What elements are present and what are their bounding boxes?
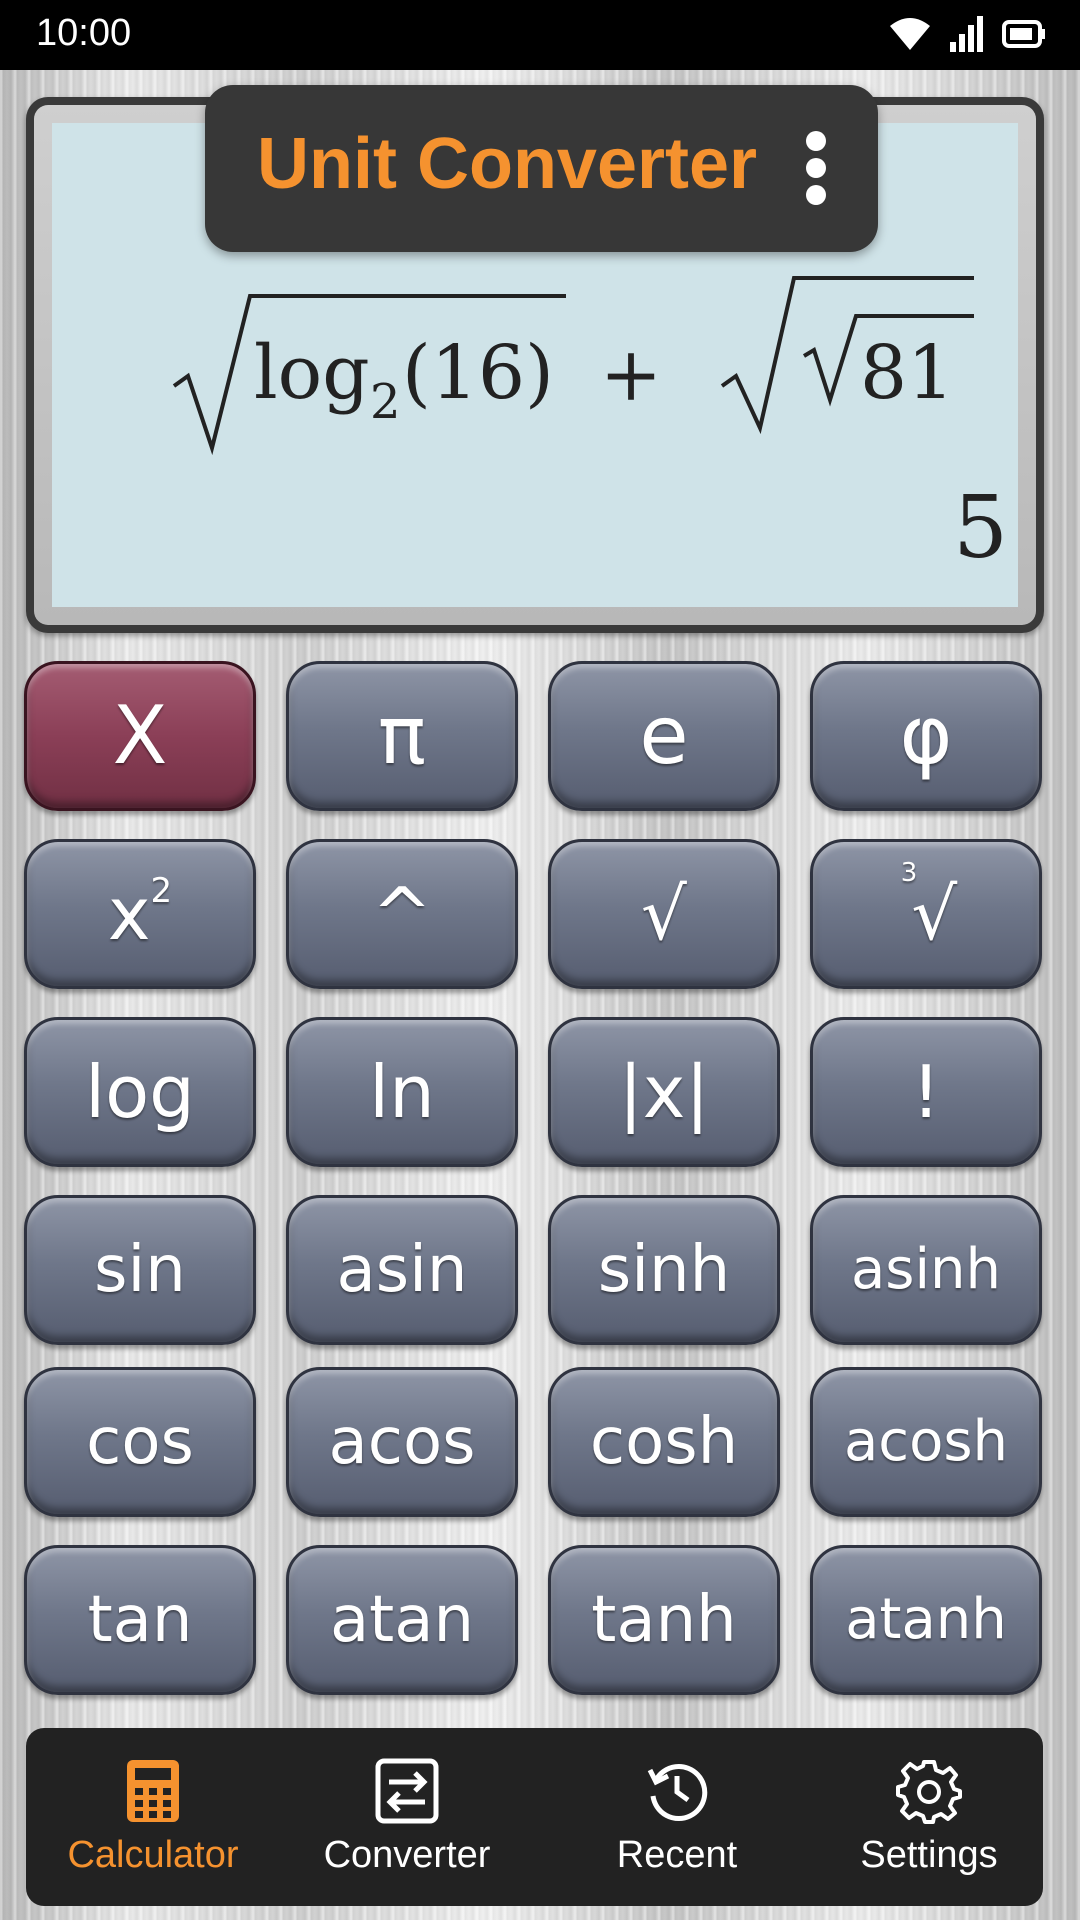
- bottom-nav: Calculator Converter Recent Settings: [26, 1728, 1043, 1906]
- history-icon: [647, 1764, 708, 1822]
- key-acos[interactable]: acos: [286, 1367, 518, 1517]
- nav-recent[interactable]: Recent: [550, 1728, 804, 1906]
- nav-label-calculator: Calculator: [67, 1834, 239, 1876]
- key-asinh[interactable]: asinh: [810, 1195, 1042, 1345]
- result-value: 5: [953, 478, 1008, 578]
- expr-inner-radicand: 81: [860, 330, 954, 416]
- key-cos[interactable]: cos: [24, 1367, 256, 1517]
- nav-label-recent: Recent: [616, 1834, 738, 1876]
- expr-log-base: 2: [370, 374, 401, 430]
- battery-icon: [1002, 20, 1045, 48]
- key-phi[interactable]: φ: [810, 661, 1042, 811]
- key-cbrt[interactable]: 3√: [810, 839, 1042, 989]
- nav-label-settings: Settings: [860, 1834, 998, 1876]
- key-sqrt[interactable]: √: [548, 839, 780, 989]
- key-sinh[interactable]: sinh: [548, 1195, 780, 1345]
- status-icons: [888, 16, 1046, 52]
- key-tanh[interactable]: tanh: [548, 1545, 780, 1695]
- nav-settings[interactable]: Settings: [802, 1728, 1056, 1906]
- status-bar: 10:00: [0, 0, 1080, 70]
- expr-log: log: [254, 330, 370, 416]
- key-x[interactable]: X: [24, 661, 256, 811]
- calculator-icon: [127, 1760, 179, 1822]
- swap-icon: [375, 1758, 439, 1824]
- nav-calculator[interactable]: Calculator: [26, 1728, 280, 1906]
- gear-icon: [896, 1760, 962, 1824]
- key-tan[interactable]: tan: [24, 1545, 256, 1695]
- key-abs[interactable]: |x|: [548, 1017, 780, 1167]
- signal-icon: [950, 16, 983, 52]
- expr-operator: +: [600, 332, 662, 418]
- key-square[interactable]: x2: [24, 839, 256, 989]
- unit-converter-title[interactable]: Unit Converter: [257, 123, 757, 205]
- wifi-icon: [890, 18, 930, 50]
- key-factorial[interactable]: !: [810, 1017, 1042, 1167]
- unit-converter-popup[interactable]: Unit Converter: [205, 85, 878, 252]
- key-log[interactable]: log: [24, 1017, 256, 1167]
- key-cosh[interactable]: cosh: [548, 1367, 780, 1517]
- nav-label-converter: Converter: [323, 1834, 491, 1876]
- key-acosh[interactable]: acosh: [810, 1367, 1042, 1517]
- more-vert-icon[interactable]: [806, 131, 826, 205]
- expr-log-arg: (16): [402, 330, 554, 416]
- key-pi[interactable]: π: [286, 661, 518, 811]
- nav-converter[interactable]: Converter: [280, 1728, 534, 1906]
- key-e[interactable]: e: [548, 661, 780, 811]
- key-power[interactable]: ^: [286, 839, 518, 989]
- key-sin[interactable]: sin: [24, 1195, 256, 1345]
- key-atanh[interactable]: atanh: [810, 1545, 1042, 1695]
- key-atan[interactable]: atan: [286, 1545, 518, 1695]
- key-asin[interactable]: asin: [286, 1195, 518, 1345]
- key-ln[interactable]: ln: [286, 1017, 518, 1167]
- expression: log 2 (16) + 81: [172, 276, 974, 456]
- status-time: 10:00: [36, 12, 132, 54]
